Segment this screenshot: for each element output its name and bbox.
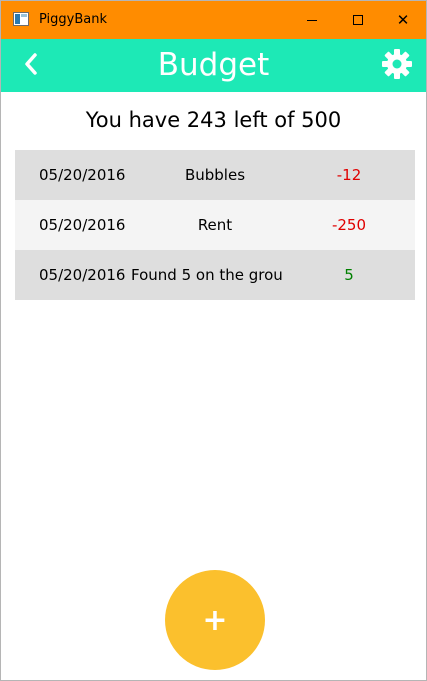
maximize-icon xyxy=(353,15,363,25)
plus-icon: + xyxy=(202,602,228,638)
gear-icon xyxy=(381,48,413,84)
back-button[interactable] xyxy=(11,47,51,85)
app-window: PiggyBank ✕ Budget You have 243 left of … xyxy=(0,0,427,681)
window-title-bar[interactable]: PiggyBank ✕ xyxy=(1,1,426,39)
app-window-icon xyxy=(13,12,29,26)
transaction-date: 05/20/2016 xyxy=(39,216,126,234)
transaction-amount: -250 xyxy=(331,216,367,234)
transaction-description: Bubbles xyxy=(184,166,246,184)
close-icon: ✕ xyxy=(396,10,410,29)
transaction-row[interactable]: 05/20/2016 Bubbles -12 xyxy=(15,150,415,200)
transaction-amount: -12 xyxy=(336,166,362,184)
transaction-description: Found 5 on the ground xyxy=(131,266,283,284)
transaction-row[interactable]: 05/20/2016 Rent -250 xyxy=(15,200,415,250)
transaction-date: 05/20/2016 xyxy=(39,166,126,184)
transaction-date: 05/20/2016 xyxy=(39,266,126,284)
add-transaction-button[interactable]: + xyxy=(165,570,265,670)
transaction-amount: 5 xyxy=(344,266,354,284)
minimize-button[interactable] xyxy=(289,1,335,39)
chevron-left-icon xyxy=(23,52,39,80)
page-title: Budget xyxy=(157,47,270,83)
minimize-icon xyxy=(307,19,317,21)
transaction-description: Rent xyxy=(197,216,233,234)
maximize-button[interactable] xyxy=(335,1,381,39)
close-button[interactable]: ✕ xyxy=(380,1,426,39)
transaction-list: 05/20/2016 Bubbles -12 05/20/2016 Rent -… xyxy=(15,150,415,300)
settings-button[interactable] xyxy=(377,48,417,84)
transaction-row[interactable]: 05/20/2016 Found 5 on the ground 5 xyxy=(15,250,415,300)
window-title: PiggyBank xyxy=(39,12,108,27)
app-header: Budget xyxy=(1,39,426,92)
budget-summary: You have 243 left of 500 xyxy=(85,108,342,132)
